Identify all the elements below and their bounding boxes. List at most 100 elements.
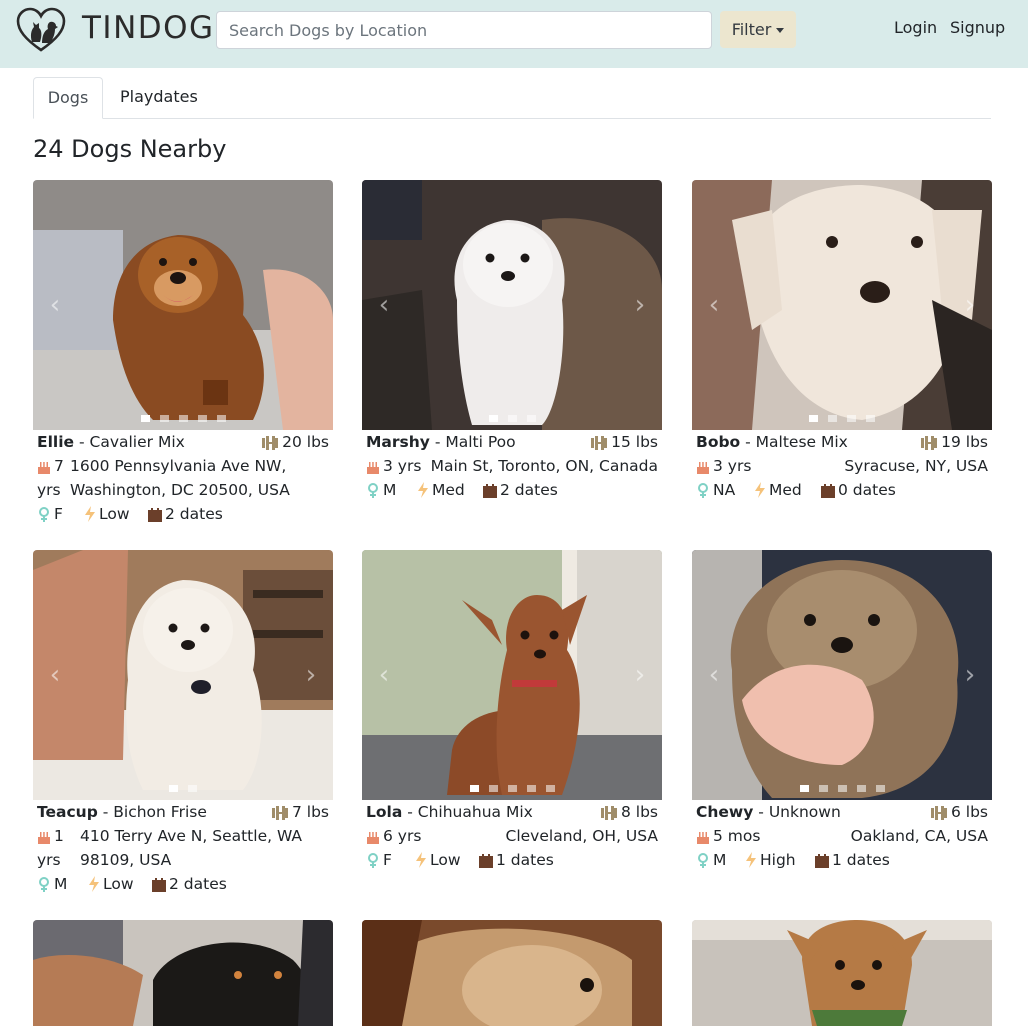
- carousel-dot[interactable]: [188, 785, 197, 792]
- dog-info: Lola - Chihuahua Mix 8 lbs 6 yrs Clevela…: [362, 800, 662, 872]
- carousel-dot[interactable]: [488, 785, 498, 792]
- carousel-dot[interactable]: [875, 785, 885, 792]
- tab-playdates[interactable]: Playdates: [120, 77, 198, 119]
- heart-dog-logo-icon[interactable]: [15, 6, 67, 54]
- dog-name: Marshy: [366, 433, 430, 451]
- dog-dates: 2 dates: [483, 478, 558, 502]
- dog-info: Bobo - Maltese Mix 19 lbs 3 yrs Syracuse…: [692, 430, 992, 502]
- dog-photo-carousel[interactable]: ‹ ›: [362, 180, 662, 430]
- carousel-prev-icon[interactable]: ‹: [704, 292, 724, 318]
- dog-age: 3 yrs: [366, 454, 421, 478]
- dog-card[interactable]: [33, 920, 333, 1026]
- dog-breed: - Maltese Mix: [745, 433, 848, 451]
- tab-dogs[interactable]: Dogs: [33, 77, 103, 119]
- carousel-next-icon[interactable]: ›: [301, 662, 321, 688]
- carousel-dot[interactable]: [526, 785, 536, 792]
- dog-name: Lola: [366, 803, 403, 821]
- carousel-dot[interactable]: [837, 785, 847, 792]
- carousel-dot[interactable]: [545, 785, 555, 792]
- carousel-dot[interactable]: [799, 785, 809, 792]
- brand-name[interactable]: TINDOG: [82, 10, 215, 46]
- dog-card[interactable]: ‹ › Teacup - Bichon Frise 7 lbs 1 410 Te…: [33, 550, 333, 896]
- carousel-next-icon[interactable]: ›: [960, 292, 980, 318]
- carousel-prev-icon[interactable]: ‹: [374, 662, 394, 688]
- carousel-dot[interactable]: [216, 415, 226, 422]
- carousel-dot[interactable]: [507, 785, 517, 792]
- dog-age: 3 yrs: [696, 454, 751, 478]
- carousel-next-icon[interactable]: ›: [960, 662, 980, 688]
- carousel-dot[interactable]: [856, 785, 866, 792]
- energy-value: Low: [103, 875, 134, 893]
- carousel-prev-icon[interactable]: ‹: [374, 292, 394, 318]
- dog-card[interactable]: ‹ Ellie - Cavalier Mix 20 lbs 7 1600 Pen…: [33, 180, 333, 526]
- carousel-next-icon[interactable]: ›: [630, 662, 650, 688]
- carousel-dot[interactable]: [469, 785, 479, 792]
- dog-breed: - Bichon Frise: [102, 803, 207, 821]
- carousel-prev-icon[interactable]: ‹: [45, 662, 65, 688]
- weight-value: 20 lbs: [282, 433, 329, 451]
- dog-photo-carousel[interactable]: ‹ ›: [692, 180, 992, 430]
- dog-photo: [33, 550, 333, 800]
- dog-photo-carousel[interactable]: [362, 920, 662, 1026]
- dog-energy: Med: [754, 478, 802, 502]
- gender-value: F: [383, 851, 392, 869]
- signup-link[interactable]: Signup: [950, 18, 1005, 37]
- dog-card[interactable]: ‹ › Lola - Chihuahua Mix 8 lbs 6 yrs Cle…: [362, 550, 662, 872]
- dog-photo-carousel[interactable]: ‹ ›: [33, 550, 333, 800]
- carousel-dot[interactable]: [847, 415, 856, 422]
- dog-card[interactable]: ‹ › Bobo - Maltese Mix 19 lbs 3 yrs Syra…: [692, 180, 992, 502]
- carousel-dot[interactable]: [488, 415, 498, 422]
- age-value: 1: [54, 827, 64, 845]
- carousel-dot[interactable]: [169, 785, 178, 792]
- weight-value: 15 lbs: [611, 433, 658, 451]
- age-value: 5 mos: [713, 827, 761, 845]
- dog-card[interactable]: [362, 920, 662, 1026]
- carousel-prev-icon[interactable]: ‹: [45, 292, 65, 318]
- dog-address-line-1: 1600 Pennsylvania Ave NW,: [70, 457, 287, 475]
- carousel-dot[interactable]: [828, 415, 837, 422]
- filter-dropdown-button[interactable]: Filter: [720, 11, 796, 48]
- dog-photo-carousel[interactable]: ‹ ›: [692, 550, 992, 800]
- carousel-dot[interactable]: [178, 415, 188, 422]
- carousel-dot[interactable]: [159, 415, 169, 422]
- dog-photo: [33, 920, 333, 1026]
- search-input[interactable]: [216, 11, 712, 49]
- weight-value: 6 lbs: [950, 803, 988, 821]
- carousel-dot[interactable]: [866, 415, 875, 422]
- dog-dates: 2 dates: [148, 502, 223, 526]
- carousel-dot[interactable]: [526, 415, 536, 422]
- carousel-dot[interactable]: [507, 415, 517, 422]
- dog-card[interactable]: ‹ › Marshy - Malti Poo 15 lbs 3 yrs Main…: [362, 180, 662, 502]
- dog-photo: [33, 180, 333, 430]
- carousel-prev-icon[interactable]: ‹: [704, 662, 724, 688]
- dog-dates: 2 dates: [152, 872, 227, 896]
- carousel-next-icon[interactable]: ›: [630, 292, 650, 318]
- carousel-dot[interactable]: [818, 785, 828, 792]
- navbar: TINDOG Filter Login Signup: [0, 0, 1028, 68]
- dog-photo: [692, 550, 992, 800]
- dog-name: Chewy: [696, 803, 754, 821]
- carousel-dot[interactable]: [140, 415, 150, 422]
- dog-card[interactable]: ‹ › Chewy - Unknown 6 lbs 5 mos Oakland,…: [692, 550, 992, 872]
- dog-gender: M: [696, 848, 726, 872]
- age-value: 3 yrs: [383, 457, 422, 475]
- dog-weight: 7 lbs: [271, 800, 329, 824]
- carousel-dot[interactable]: [197, 415, 207, 422]
- carousel-dot[interactable]: [809, 415, 818, 422]
- dog-info: Teacup - Bichon Frise 7 lbs 1 410 Terry …: [33, 800, 333, 896]
- dog-photo-carousel[interactable]: [692, 920, 992, 1026]
- lightning-bolt-icon: [89, 876, 99, 892]
- birthday-cake-icon: [697, 462, 709, 474]
- energy-value: Low: [99, 505, 130, 523]
- dog-photo-carousel[interactable]: ‹ ›: [362, 550, 662, 800]
- dog-card[interactable]: [692, 920, 992, 1026]
- dog-energy: Low: [415, 848, 461, 872]
- age-unit: yrs: [37, 481, 61, 499]
- dog-weight: 20 lbs: [261, 430, 329, 454]
- dog-age: 7: [37, 454, 64, 478]
- dog-photo-carousel[interactable]: ‹: [33, 180, 333, 430]
- login-link[interactable]: Login: [894, 18, 937, 37]
- weight-value: 19 lbs: [941, 433, 988, 451]
- dog-photo-carousel[interactable]: [33, 920, 333, 1026]
- dog-photo: [362, 180, 662, 430]
